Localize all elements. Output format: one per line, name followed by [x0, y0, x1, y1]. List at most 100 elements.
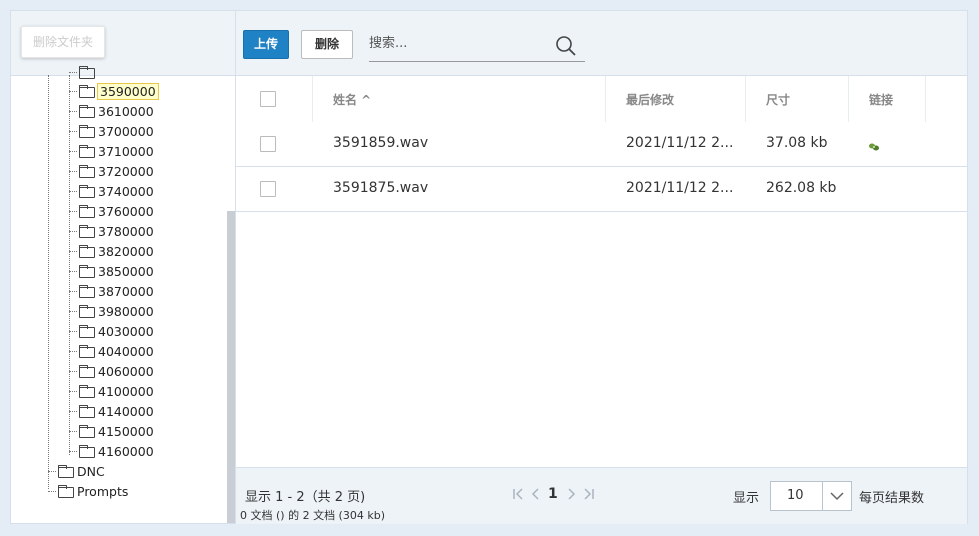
summary-text: 0 文档 () 的 2 文档 (304 kb)	[240, 509, 385, 522]
tree-item-label: 3720000	[98, 163, 154, 179]
file-size: 37.08 kb	[766, 135, 828, 151]
folder-icon	[79, 225, 95, 238]
tree-item[interactable]: 3760000	[69, 201, 155, 221]
folder-icon	[79, 85, 95, 98]
folder-icon	[79, 125, 95, 138]
tree-item-label: 4140000	[98, 403, 154, 419]
tree-item-label: 3710000	[98, 143, 154, 159]
file-toolbar: 上传 删除	[236, 11, 967, 76]
tree-item-label: 3820000	[98, 243, 154, 259]
tree-item[interactable]: 4040000	[69, 341, 155, 361]
row-checkbox[interactable]	[260, 181, 276, 197]
file-modified: 2021/11/12 2...	[626, 180, 734, 196]
tree-item[interactable]: 4030000	[69, 321, 155, 341]
folder-icon	[79, 285, 95, 298]
per-page-label: 每页结果数	[859, 491, 925, 506]
tree-item[interactable]: 4060000	[69, 361, 155, 381]
next-page-icon[interactable]	[567, 487, 577, 505]
page-size-select[interactable]: 10	[770, 481, 852, 511]
folder-icon	[79, 365, 95, 378]
tree-item[interactable]: 3720000	[69, 161, 155, 181]
row-checkbox[interactable]	[260, 136, 276, 152]
folder-icon	[79, 405, 95, 418]
tree-item[interactable]: 3980000	[69, 301, 155, 321]
tree-item[interactable]: 4150000	[69, 421, 155, 441]
folder-icon	[79, 105, 95, 118]
folder-icon	[79, 185, 95, 198]
folder-toolbar: 删除文件夹	[11, 11, 235, 76]
tree-item-label: 4030000	[98, 323, 154, 339]
tree-item[interactable]	[69, 62, 99, 82]
last-page-icon[interactable]	[583, 487, 595, 505]
page-size-value: 10	[787, 488, 804, 503]
folder-tree-panel: 删除文件夹 3590000 3610000 3700000 3710000 37…	[11, 11, 236, 523]
search-icon[interactable]	[555, 35, 577, 61]
chevron-down-icon[interactable]	[822, 482, 851, 510]
table-row[interactable]: 3591859.wav 2021/11/12 2... 37.08 kb	[236, 122, 967, 167]
folder-icon	[79, 205, 95, 218]
tree-item[interactable]: 3740000	[69, 181, 155, 201]
folder-icon	[79, 165, 95, 178]
table-row[interactable]: 3591875.wav 2021/11/12 2... 262.08 kb	[236, 167, 967, 212]
tree-item-label: 4160000	[98, 443, 154, 459]
folder-icon	[79, 425, 95, 438]
folder-icon	[79, 305, 95, 318]
tree-item[interactable]: 3700000	[69, 121, 155, 141]
delete-button[interactable]: 删除	[301, 30, 353, 59]
column-header-modified[interactable]: 最后修改	[626, 91, 674, 108]
first-page-icon[interactable]	[512, 487, 524, 505]
tree-item[interactable]: 3610000	[69, 101, 155, 121]
link-icon[interactable]	[868, 138, 880, 157]
tree-item-label: 3980000	[98, 303, 154, 319]
upload-button[interactable]: 上传	[243, 30, 289, 59]
file-name[interactable]: 3591859.wav	[333, 135, 428, 151]
tree-item[interactable]: 3820000	[69, 241, 155, 261]
tree-item-label: 3740000	[98, 183, 154, 199]
tree-item-label: 4100000	[98, 383, 154, 399]
tree-item-label: 3870000	[98, 283, 154, 299]
search-input[interactable]	[369, 31, 549, 55]
tree-item[interactable]: 4160000	[69, 441, 155, 461]
file-modified: 2021/11/12 2...	[626, 135, 734, 151]
current-page[interactable]: 1	[548, 486, 558, 502]
tree-item-prompts[interactable]: Prompts	[48, 481, 129, 501]
tree-item-dnc[interactable]: DNC	[48, 461, 106, 481]
folder-icon	[79, 325, 95, 338]
tree-item[interactable]: 3710000	[69, 141, 155, 161]
column-header-size[interactable]: 尺寸	[766, 91, 790, 108]
tree-item[interactable]: 3850000	[69, 261, 155, 281]
tree-item[interactable]: 3870000	[69, 281, 155, 301]
tree-item-label: 3590000	[97, 82, 159, 100]
table-header: 姓名 ^ 最后修改 尺寸 链接	[236, 76, 967, 123]
pagination-footer: 显示 1 - 2（共 2 页) 0 文档 () 的 2 文档 (304 kb) …	[236, 467, 967, 524]
tree-item-selected[interactable]: 3590000	[69, 81, 159, 101]
column-header-link[interactable]: 链接	[869, 91, 893, 108]
file-name[interactable]: 3591875.wav	[333, 180, 428, 196]
select-all-checkbox[interactable]	[260, 91, 276, 107]
folder-icon	[58, 485, 74, 498]
folder-icon	[79, 385, 95, 398]
file-size: 262.08 kb	[766, 180, 837, 196]
display-range-text: 显示 1 - 2（共 2 页)	[245, 490, 366, 505]
tree-item-label: 3850000	[98, 263, 154, 279]
prev-page-icon[interactable]	[530, 487, 540, 505]
tree-item-label: DNC	[77, 463, 105, 479]
tree-item[interactable]: 4100000	[69, 381, 155, 401]
tree-item-label: 3760000	[98, 203, 154, 219]
folder-icon	[79, 445, 95, 458]
show-label: 显示	[733, 491, 760, 506]
tree-item-label: 4060000	[98, 363, 154, 379]
folder-icon	[79, 265, 95, 278]
folder-icon	[79, 345, 95, 358]
delete-folder-button[interactable]: 删除文件夹	[21, 26, 105, 58]
tree-connector	[48, 75, 49, 489]
tree-item-label: 3610000	[98, 103, 154, 119]
folder-icon	[79, 245, 95, 258]
tree-item-label: 3700000	[98, 123, 154, 139]
tree-item[interactable]: 3780000	[69, 221, 155, 241]
tree-item[interactable]: 4140000	[69, 401, 155, 421]
column-header-name[interactable]: 姓名 ^	[333, 91, 371, 108]
folder-icon	[79, 66, 95, 79]
file-manager-window: 删除文件夹 3590000 3610000 3700000 3710000 37…	[10, 10, 968, 524]
tree-scrollbar[interactable]	[227, 211, 235, 523]
